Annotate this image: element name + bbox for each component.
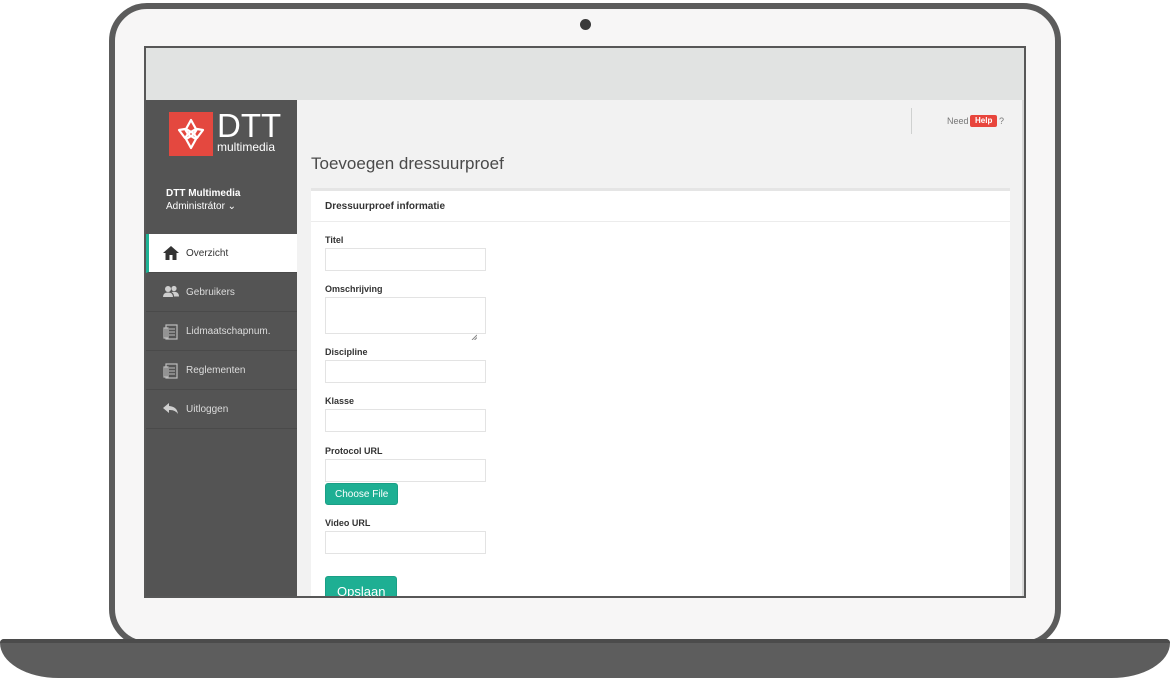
omschrijving-label: Omschrijving xyxy=(325,284,383,294)
sidebar-nav: Overzicht Gebruikers Lidmaatschapnum. Re… xyxy=(146,234,297,429)
sidebar-item-reglementen[interactable]: Reglementen xyxy=(146,351,297,390)
sidebar-item-gebruikers[interactable]: Gebruikers xyxy=(146,273,297,312)
home-icon xyxy=(163,246,179,260)
sidebar-item-label: Overzicht xyxy=(186,248,229,259)
sidebar-item-label: Uitloggen xyxy=(186,404,229,415)
video-url-input[interactable] xyxy=(325,531,486,554)
titel-input[interactable] xyxy=(325,248,486,271)
logo[interactable]: DTT multimedia xyxy=(169,107,282,156)
panel-title: Dressuurproef informatie xyxy=(325,201,446,212)
laptop-base xyxy=(0,639,1170,678)
sidebar: DTT multimedia DTT Multimedia Administrá… xyxy=(146,100,297,596)
video-url-label: Video URL xyxy=(325,518,371,528)
save-button[interactable]: Opslaan xyxy=(325,576,398,596)
protocol-url-input[interactable] xyxy=(325,459,486,482)
protocol-url-label: Protocol URL xyxy=(325,446,383,456)
help-question-mark: ? xyxy=(999,116,1005,126)
user-name: DTT Multimedia xyxy=(166,188,241,199)
document-icon xyxy=(163,324,179,340)
main-content: Toevoegen dressuurproef Dressuurproef in… xyxy=(297,144,1024,596)
document-icon xyxy=(163,363,179,379)
titel-label: Titel xyxy=(325,235,344,245)
klasse-label: Klasse xyxy=(325,396,355,406)
reply-icon xyxy=(163,402,179,416)
sidebar-item-label: Gebruikers xyxy=(186,287,235,298)
top-bar xyxy=(146,48,1024,100)
logo-mark-icon xyxy=(169,112,213,156)
users-icon xyxy=(163,285,179,299)
panel-header: Dressuurproef informatie xyxy=(311,191,1010,222)
page-title: Toevoegen dressuurproef xyxy=(311,154,504,173)
sidebar-item-lidmaatschapnum[interactable]: Lidmaatschapnum. xyxy=(146,312,297,351)
user-role-dropdown[interactable]: Administrátor ⌄ xyxy=(166,201,236,212)
discipline-label: Discipline xyxy=(325,347,368,357)
screen: DTT multimedia DTT Multimedia Administrá… xyxy=(144,46,1026,598)
sidebar-item-uitloggen[interactable]: Uitloggen xyxy=(146,390,297,429)
omschrijving-textarea[interactable] xyxy=(325,297,486,334)
resize-grip-icon[interactable] xyxy=(471,327,478,341)
discipline-input[interactable] xyxy=(325,360,486,383)
choose-file-button[interactable]: Choose File xyxy=(325,483,399,505)
help-button[interactable]: Help xyxy=(970,115,998,127)
need-text: Need xyxy=(947,116,969,126)
klasse-input[interactable] xyxy=(325,409,486,432)
header-divider xyxy=(911,108,912,134)
form-panel: Dressuurproef informatie Titel Omschrijv… xyxy=(311,188,1010,596)
logo-text: DTT xyxy=(217,107,282,144)
scrollbar[interactable] xyxy=(1022,100,1024,596)
sidebar-item-label: Reglementen xyxy=(186,365,246,376)
camera-icon xyxy=(580,19,591,30)
logo-subtitle: multimedia xyxy=(217,140,276,154)
sidebar-item-label: Lidmaatschapnum. xyxy=(186,326,271,337)
sidebar-item-overzicht[interactable]: Overzicht xyxy=(146,234,297,273)
